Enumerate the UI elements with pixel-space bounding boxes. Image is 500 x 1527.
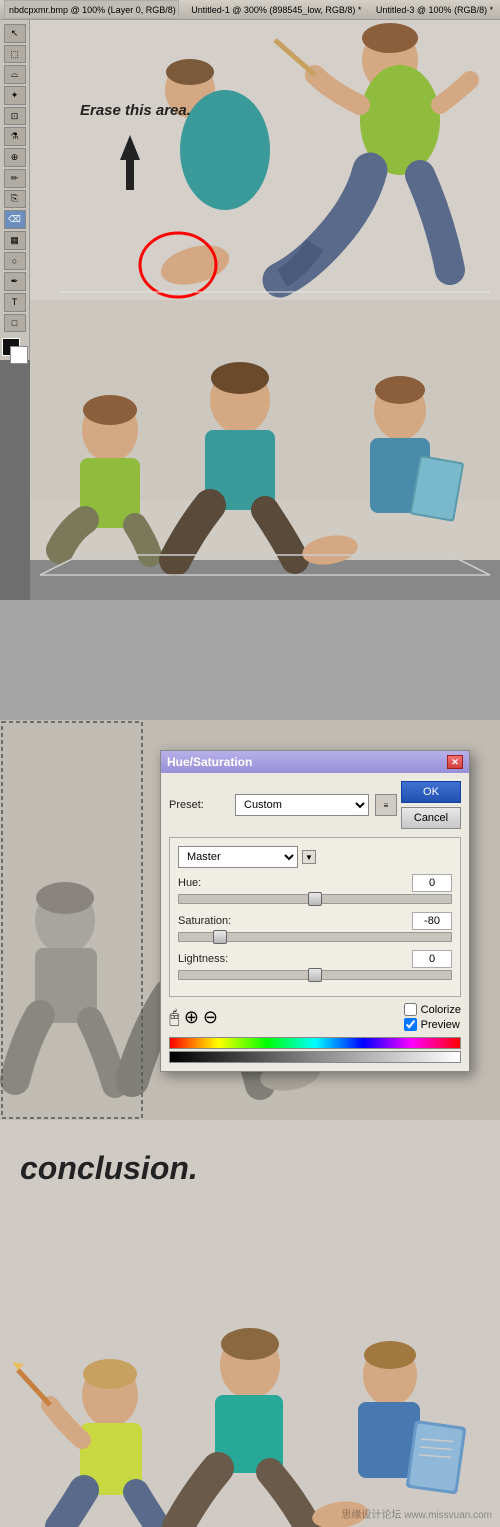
hue-slider-track[interactable] bbox=[178, 894, 452, 904]
heal-tool-icon[interactable]: ⊕ bbox=[4, 148, 26, 167]
shape-tool-icon[interactable]: □ bbox=[4, 314, 26, 333]
dialog-title: Hue/Saturation bbox=[167, 755, 252, 769]
middle-svg bbox=[0, 600, 500, 720]
hue-slider-thumb[interactable] bbox=[308, 892, 322, 906]
photo-1: Erase this area. bbox=[30, 20, 500, 300]
text-tool-icon[interactable]: T bbox=[4, 293, 26, 312]
preset-select[interactable]: Custom bbox=[235, 794, 369, 816]
dialog-buttons: OK Cancel bbox=[401, 781, 461, 829]
saturation-slider-container: Saturation: bbox=[178, 912, 452, 942]
eyedropper-icons: 🖰 ⊕ ⊖ bbox=[169, 1007, 218, 1028]
colorize-row: Colorize bbox=[404, 1003, 461, 1016]
preset-menu-icon[interactable]: ≡ bbox=[375, 794, 397, 816]
lightness-slider-thumb[interactable] bbox=[308, 968, 322, 982]
saturation-value-input[interactable] bbox=[412, 912, 452, 930]
dialog-bottom-row: 🖰 ⊕ ⊖ Colorize Preview bbox=[169, 1003, 461, 1031]
hue-saturation-dialog: Hue/Saturation ✕ Preset: Custom ≡ OK bbox=[160, 750, 470, 1072]
channel-box: Master ▼ Hue: Satu bbox=[169, 837, 461, 997]
rainbow-bars bbox=[169, 1037, 461, 1063]
channel-select-row: Master ▼ bbox=[178, 846, 452, 868]
gradient-tool-icon[interactable]: ▦ bbox=[4, 231, 26, 250]
preview-label: Preview bbox=[421, 1019, 460, 1031]
crop-tool-icon[interactable]: ⊡ bbox=[4, 107, 26, 126]
ps-titlebar: nbdcpxmr.bmp @ 100% (Layer 0, RGB/8) Unt… bbox=[0, 0, 500, 20]
move-tool-icon[interactable]: ↖ bbox=[4, 24, 26, 43]
tab-2[interactable]: Untitled-1 @ 300% (898545_low, RGB/8) * bbox=[187, 5, 364, 15]
hue-slider-container: Hue: bbox=[178, 874, 452, 904]
photoshop-workspace: nbdcpxmr.bmp @ 100% (Layer 0, RGB/8) Unt… bbox=[0, 0, 500, 600]
saturation-slider-thumb[interactable] bbox=[213, 930, 227, 944]
conclusion-text: conclusion. bbox=[0, 1120, 500, 1197]
hue-value-input[interactable] bbox=[412, 874, 452, 892]
colorize-label: Colorize bbox=[421, 1004, 461, 1016]
hue-label: Hue: bbox=[178, 877, 201, 889]
middle-gray-section bbox=[0, 600, 500, 720]
ps-canvas-area: Erase this area. bbox=[30, 20, 500, 600]
channel-dropdown-icon[interactable]: ▼ bbox=[302, 850, 316, 864]
eyedropper-icon-1[interactable]: 🖰 bbox=[169, 1007, 180, 1028]
clone-tool-icon[interactable]: ⎘ bbox=[4, 190, 26, 209]
lasso-tool-icon[interactable]: ⌓ bbox=[4, 65, 26, 84]
eyedrop-tool-icon[interactable]: ⚗ bbox=[4, 127, 26, 146]
channel-select[interactable]: Master bbox=[178, 846, 298, 868]
svg-text:Erase this area.: Erase this area. bbox=[80, 102, 191, 119]
saturation-slider-track[interactable] bbox=[178, 932, 452, 942]
dodge-tool-icon[interactable]: ○ bbox=[4, 252, 26, 271]
eyedropper-icon-2[interactable]: ⊕ bbox=[184, 1007, 199, 1028]
preview-checkbox[interactable] bbox=[404, 1018, 417, 1031]
rainbow-bar-top bbox=[169, 1037, 461, 1049]
ok-button[interactable]: OK bbox=[401, 781, 461, 803]
marquee-tool-icon[interactable]: ⬚ bbox=[4, 45, 26, 64]
color-selector[interactable] bbox=[2, 338, 28, 360]
tab-1[interactable]: nbdcpxmr.bmp @ 100% (Layer 0, RGB/8) bbox=[4, 0, 179, 19]
pen-tool-icon[interactable]: ✒ bbox=[4, 272, 26, 291]
eraser-tool-icon[interactable]: ⌫ bbox=[4, 210, 26, 229]
preset-label: Preset: bbox=[169, 799, 229, 811]
dialog-close-button[interactable]: ✕ bbox=[447, 755, 463, 769]
ps-toolbar: ↖ ⬚ ⌓ ✦ ⊡ ⚗ ⊕ ✏ ⎘ ⌫ ▦ ○ ✒ T □ bbox=[0, 20, 30, 360]
preview-row: Preview bbox=[404, 1018, 461, 1031]
photo-2-svg bbox=[30, 300, 500, 580]
dialog-content: Preset: Custom ≡ OK Cancel Master bbox=[161, 773, 469, 1071]
lightness-label: Lightness: bbox=[178, 953, 228, 965]
lightness-slider-track[interactable] bbox=[178, 970, 452, 980]
cancel-button[interactable]: Cancel bbox=[401, 807, 461, 829]
watermark: 思缘设计论坛 www.missvuan.com bbox=[341, 1506, 492, 1521]
dialog-section: Hue/Saturation ✕ Preset: Custom ≡ OK bbox=[0, 720, 500, 1120]
conclusion-section: conclusion. 思缘设计论坛 www.missvuan.com bbox=[0, 1120, 500, 1527]
lightness-slider-container: Lightness: bbox=[178, 950, 452, 980]
photo-bg-svg: Erase this area. bbox=[30, 20, 500, 300]
magic-wand-icon[interactable]: ✦ bbox=[4, 86, 26, 105]
tab-3[interactable]: Untitled-3 @ 100% (RGB/8) * bbox=[372, 5, 496, 15]
eyedropper-icon-3[interactable]: ⊖ bbox=[203, 1007, 218, 1028]
saturation-label: Saturation: bbox=[178, 915, 231, 927]
dialog-titlebar: Hue/Saturation ✕ bbox=[161, 751, 469, 773]
rainbow-bar-bottom bbox=[169, 1051, 461, 1063]
lightness-value-input[interactable] bbox=[412, 950, 452, 968]
brush-tool-icon[interactable]: ✏ bbox=[4, 169, 26, 188]
colorize-checkbox[interactable] bbox=[404, 1003, 417, 1016]
